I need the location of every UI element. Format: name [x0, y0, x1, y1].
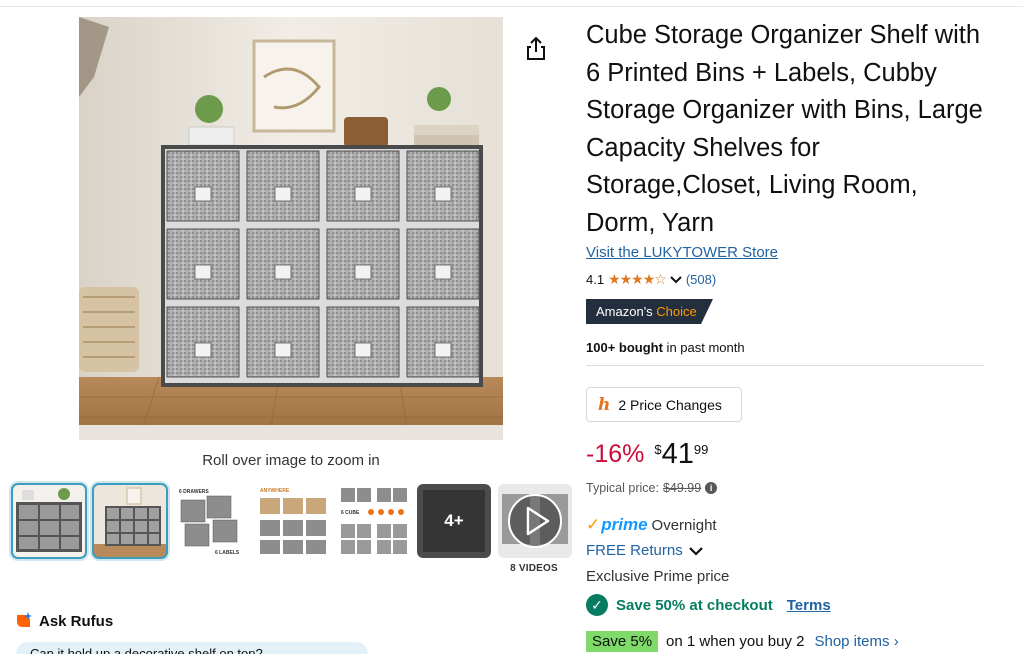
- star-icon[interactable]: ★★★★☆: [608, 271, 667, 288]
- typical-price-value: $49.99: [662, 481, 702, 495]
- svg-text:6 LABELS: 6 LABELS: [215, 550, 240, 556]
- free-returns-label: FREE Returns: [586, 542, 683, 559]
- svg-text:6 DRAWERS: 6 DRAWERS: [179, 489, 209, 495]
- prime-speed: Overnight: [651, 516, 717, 534]
- video-thumbnail[interactable]: [498, 484, 572, 558]
- check-circle-icon: ✓: [586, 594, 608, 616]
- chevron-down-icon[interactable]: [670, 275, 682, 285]
- ask-rufus[interactable]: Ask Rufus: [14, 612, 113, 630]
- coupon-row: Save 5% on 1 when you buy 2 Shop items ›: [586, 631, 899, 652]
- coupon-badge: Save 5%: [586, 631, 659, 652]
- product-title: Cube Storage Organizer Shelf with 6 Prin…: [586, 21, 983, 237]
- rating-count-link[interactable]: (508): [686, 272, 716, 287]
- save-at-checkout: ✓ Save 50% at checkout Terms: [586, 594, 831, 616]
- typical-price: Typical price: $49.99 i: [586, 481, 718, 495]
- badge-suffix: Choice: [656, 304, 697, 319]
- current-price: $ 41 99: [654, 437, 708, 471]
- thumbnail-5[interactable]: 6 CUBE: [337, 484, 411, 558]
- shelf-bins-graphic: [166, 150, 480, 378]
- terms-link[interactable]: Terms: [787, 597, 831, 614]
- discount-percent: -16%: [586, 440, 645, 468]
- zoom-hint: Roll over image to zoom in: [202, 452, 380, 469]
- chevron-down-icon: [688, 546, 703, 556]
- exclusive-prime-price: Exclusive Prime price: [586, 568, 730, 585]
- bought-count: 100+ bought: [586, 340, 663, 355]
- amazons-choice-badge: Amazon's Choice: [586, 299, 713, 324]
- thumbnail-3[interactable]: 6 DRAWERS 6 LABELS: [175, 484, 249, 558]
- price-whole: 41: [661, 438, 694, 470]
- rating-row[interactable]: 4.1 ★★★★☆ (508): [586, 271, 716, 288]
- badge-prefix: Amazon's: [596, 304, 657, 319]
- bought-period: in past month: [662, 340, 745, 355]
- info-icon[interactable]: i: [705, 482, 718, 494]
- ask-rufus-label: Ask Rufus: [39, 612, 114, 630]
- price-changes-label: 2 Price Changes: [618, 396, 722, 413]
- prime-logo: ✓ prime: [586, 515, 648, 535]
- price-row: -16% $ 41 99: [586, 437, 708, 471]
- rufus-icon: [17, 612, 32, 627]
- thumbnail-6[interactable]: 4+: [417, 484, 491, 558]
- price-history-icon: h: [598, 394, 611, 415]
- thumbnail-4[interactable]: ANYWHERE: [256, 484, 330, 558]
- shop-items-link[interactable]: Shop items ›: [814, 633, 898, 650]
- svg-text:ANYWHERE: ANYWHERE: [260, 488, 290, 494]
- top-divider: [0, 6, 1023, 7]
- bought-in-past-month: 100+ bought in past month: [586, 340, 745, 355]
- section-divider: [586, 365, 984, 366]
- store-link[interactable]: Visit the LUKYTOWER Store: [586, 244, 778, 261]
- thumbnail-1[interactable]: [11, 483, 87, 559]
- svg-text:6 CUBE: 6 CUBE: [341, 510, 360, 516]
- prime-label: prime: [601, 515, 648, 534]
- coupon-text: on 1 when you buy 2: [666, 633, 805, 650]
- free-returns-link[interactable]: FREE Returns: [586, 542, 703, 559]
- price-currency: $: [654, 442, 662, 457]
- prime-check-icon: ✓: [586, 515, 601, 534]
- more-images-badge: 4+: [417, 484, 491, 558]
- share-icon[interactable]: [524, 36, 548, 62]
- price-fraction: 99: [693, 442, 709, 457]
- save-checkout-text: Save 50% at checkout: [616, 596, 773, 614]
- prime-delivery[interactable]: ✓ prime Overnight: [586, 515, 717, 535]
- rufus-suggested-question[interactable]: Can it hold up a decorative shelf on top…: [16, 642, 368, 654]
- rating-value: 4.1: [586, 272, 605, 287]
- videos-count-label[interactable]: 8 VIDEOS: [498, 563, 570, 574]
- thumbnail-2[interactable]: [92, 483, 168, 559]
- typical-price-label: Typical price:: [586, 481, 659, 495]
- price-changes-button[interactable]: h 2 Price Changes: [586, 387, 742, 422]
